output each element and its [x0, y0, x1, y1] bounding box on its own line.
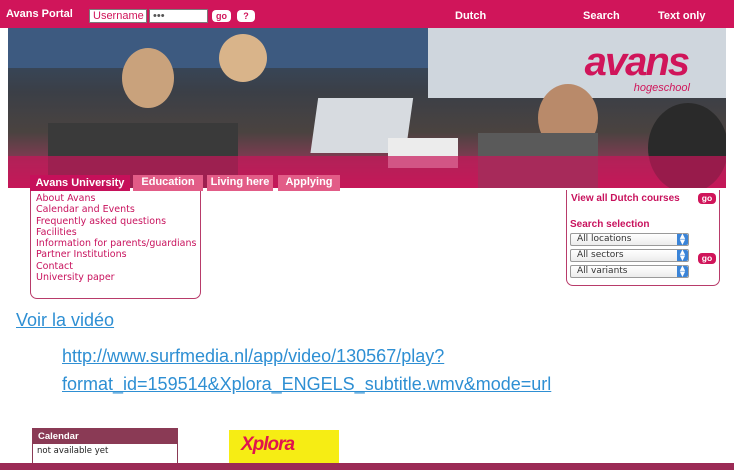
xplora-logo-text: Xplora	[241, 434, 295, 455]
menu-item-faq[interactable]: Frequently asked questions	[36, 216, 200, 227]
avans-university-submenu: About Avans Calendar and Events Frequent…	[30, 191, 201, 299]
header-banner-photo: avans hogeschool	[8, 28, 726, 188]
sectors-select-value: All sectors	[577, 250, 624, 260]
calendar-title: Calendar	[33, 429, 177, 444]
view-all-go-button[interactable]: go	[698, 193, 716, 204]
password-input[interactable]: •••	[149, 9, 208, 23]
menu-item-facilities[interactable]: Facilities	[36, 227, 200, 238]
search-selection-label: Search selection	[570, 219, 650, 230]
menu-item-parents-guardians[interactable]: Information for parents/guardians	[36, 238, 200, 249]
bottom-band	[0, 463, 734, 470]
variants-select-value: All variants	[577, 266, 628, 276]
course-search-panel: View all Dutch courses go Search selecti…	[566, 190, 720, 286]
menu-item-university-paper[interactable]: University paper	[36, 272, 200, 283]
locations-select-value: All locations	[577, 234, 632, 244]
variants-select[interactable]: All variants ▲ ▼	[570, 265, 689, 278]
text-only-link[interactable]: Text only	[658, 10, 705, 22]
video-url-link-line-2[interactable]: format_id=159514&Xplora_ENGELS_subtitle.…	[62, 374, 551, 395]
dutch-link[interactable]: Dutch	[455, 10, 486, 22]
search-link[interactable]: Search	[583, 10, 620, 22]
tab-living-here[interactable]: Living here	[207, 175, 273, 191]
sectors-select[interactable]: All sectors ▲ ▼	[570, 249, 689, 262]
login-go-button[interactable]: go	[212, 10, 231, 22]
avans-logo-subtitle: hogeschool	[633, 82, 690, 94]
menu-item-about-avans[interactable]: About Avans	[36, 193, 200, 204]
view-all-dutch-courses-link[interactable]: View all Dutch courses	[571, 193, 680, 204]
top-bar: Avans Portal Username ••• go ? Dutch Sea…	[0, 0, 734, 28]
menu-item-calendar-events[interactable]: Calendar and Events	[36, 204, 200, 215]
tab-avans-university[interactable]: Avans University	[30, 175, 130, 191]
select-arrows-icon: ▲ ▼	[677, 265, 688, 277]
calendar-status-text: not available yet	[37, 446, 109, 456]
select-arrows-icon: ▲ ▼	[677, 249, 688, 261]
avans-logo: avans	[584, 40, 690, 84]
username-input[interactable]: Username	[89, 9, 147, 23]
calendar-widget: Calendar not available yet	[32, 428, 178, 468]
tab-education[interactable]: Education	[133, 175, 203, 191]
video-url-link-line-1[interactable]: http://www.surfmedia.nl/app/video/130567…	[62, 346, 444, 367]
menu-item-contact[interactable]: Contact	[36, 261, 200, 272]
help-button[interactable]: ?	[237, 10, 255, 22]
portal-brand: Avans Portal	[6, 8, 73, 20]
menu-item-partner-institutions[interactable]: Partner Institutions	[36, 249, 200, 260]
search-go-button[interactable]: go	[698, 253, 716, 264]
xplora-logo[interactable]: Xplora	[229, 430, 339, 464]
select-arrows-icon: ▲ ▼	[677, 233, 688, 245]
tab-applying[interactable]: Applying	[278, 175, 340, 191]
locations-select[interactable]: All locations ▲ ▼	[570, 233, 689, 246]
watch-video-link[interactable]: Voir la vidéo	[16, 310, 114, 331]
